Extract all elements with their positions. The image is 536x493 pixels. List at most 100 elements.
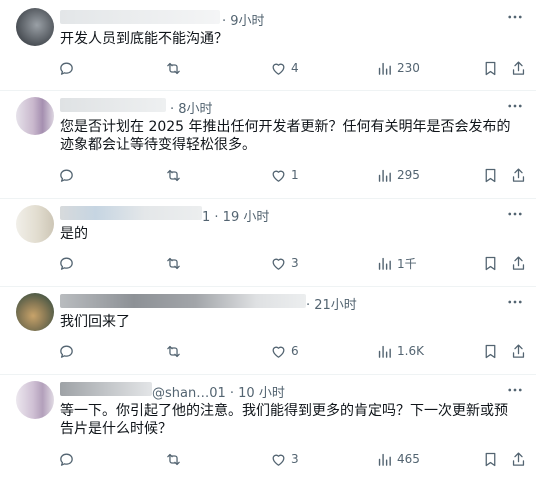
like-count: 1 — [291, 168, 299, 182]
reply-icon — [60, 453, 73, 466]
retweet-button[interactable] — [165, 58, 182, 78]
reply-button[interactable] — [58, 58, 75, 78]
reply-button[interactable] — [58, 449, 75, 469]
more-horizontal-icon[interactable] — [506, 205, 524, 223]
reply-timestamp[interactable]: @shan…01 · 10 小时 — [152, 382, 285, 401]
bookmark-button[interactable] — [482, 253, 499, 273]
like-count: 4 — [291, 61, 299, 75]
more-horizontal-icon[interactable] — [506, 97, 524, 115]
reply-card[interactable]: 1 · 19 小时 是的 3 1千 — [0, 199, 536, 287]
more-horizontal-icon[interactable] — [506, 293, 524, 311]
retweet-button[interactable] — [165, 253, 182, 273]
reply-card[interactable]: @shan…01 · 10 小时 等一下。你引起了他的注意。我们能得到更多的肯定… — [0, 375, 536, 493]
view-count: 295 — [397, 168, 420, 182]
share-icon — [512, 167, 525, 182]
views-icon — [378, 453, 391, 466]
share-icon — [512, 343, 525, 358]
bookmark-button[interactable] — [482, 58, 499, 78]
bookmark-icon — [485, 344, 496, 358]
retweet-button[interactable] — [165, 449, 182, 469]
action-bar: 3 1千 — [58, 253, 536, 273]
reply-text: 等一下。你引起了他的注意。我们能得到更多的肯定吗？下一次更新或预告片是什么时候？ — [60, 403, 508, 437]
views-button[interactable]: 1.6K — [376, 341, 424, 361]
reply-icon — [60, 257, 73, 270]
reply-button[interactable] — [58, 341, 75, 361]
view-count: 465 — [397, 452, 420, 466]
retweet-button[interactable] — [165, 165, 182, 185]
reply-button[interactable] — [58, 253, 75, 273]
action-bar: 6 1.6K — [58, 341, 536, 361]
reply-timestamp[interactable]: · 9小时 — [222, 10, 265, 29]
views-icon — [378, 169, 391, 182]
heart-icon — [272, 63, 285, 75]
heart-icon — [272, 170, 285, 182]
share-button[interactable] — [510, 165, 527, 185]
reply-timestamp[interactable]: · 21小时 — [306, 294, 357, 313]
like-button[interactable]: 3 — [270, 449, 299, 469]
bookmark-button[interactable] — [482, 449, 499, 469]
like-count: 6 — [291, 344, 299, 358]
reply-card[interactable]: · 8小时 您是否计划在 2025 年推出任何开发者更新？任何有关明年是否会发布… — [0, 91, 536, 199]
reply-icon — [60, 345, 73, 358]
author-name-redacted[interactable] — [60, 10, 220, 24]
reply-timestamp[interactable]: 1 · 19 小时 — [202, 206, 269, 225]
bookmark-icon — [485, 61, 496, 75]
avatar[interactable] — [16, 381, 54, 419]
view-count: 230 — [397, 61, 420, 75]
share-button[interactable] — [510, 253, 527, 273]
avatar[interactable] — [16, 205, 54, 243]
heart-icon — [272, 258, 285, 270]
share-button[interactable] — [510, 58, 527, 78]
author-name-redacted[interactable] — [60, 98, 166, 112]
avatar[interactable] — [16, 97, 54, 135]
views-icon — [378, 62, 391, 75]
views-icon — [378, 257, 391, 270]
view-count: 1.6K — [397, 344, 424, 358]
bookmark-button[interactable] — [482, 341, 499, 361]
like-button[interactable]: 1 — [270, 165, 299, 185]
views-icon — [378, 345, 391, 358]
bookmark-icon — [485, 452, 496, 466]
author-name-redacted[interactable] — [60, 294, 306, 308]
avatar[interactable] — [16, 293, 54, 331]
like-count: 3 — [291, 452, 299, 466]
reply-icon — [60, 62, 73, 75]
share-icon — [512, 451, 525, 466]
retweet-icon — [167, 62, 180, 74]
like-count: 3 — [291, 256, 299, 270]
bookmark-icon — [485, 256, 496, 270]
bookmark-button[interactable] — [482, 165, 499, 185]
reply-timestamp[interactable]: · 8小时 — [170, 98, 213, 117]
author-name-redacted[interactable] — [60, 382, 152, 396]
more-horizontal-icon[interactable] — [506, 8, 524, 26]
author-name-redacted[interactable] — [60, 206, 202, 220]
views-button[interactable]: 230 — [376, 58, 420, 78]
share-button[interactable] — [510, 341, 527, 361]
avatar[interactable] — [16, 8, 54, 46]
share-icon — [512, 255, 525, 270]
like-button[interactable]: 4 — [270, 58, 299, 78]
retweet-button[interactable] — [165, 341, 182, 361]
more-horizontal-icon[interactable] — [506, 381, 524, 399]
like-button[interactable]: 6 — [270, 341, 299, 361]
reply-text: 是的 — [60, 226, 88, 242]
view-count: 1千 — [397, 256, 417, 271]
views-button[interactable]: 465 — [376, 449, 420, 469]
heart-icon — [272, 346, 285, 358]
reply-button[interactable] — [58, 165, 75, 185]
retweet-icon — [167, 453, 180, 465]
reply-text: 您是否计划在 2025 年推出任何开发者更新？任何有关明年是否会发布的迹象都会让… — [60, 119, 511, 153]
like-button[interactable]: 3 — [270, 253, 299, 273]
reply-icon — [60, 169, 73, 182]
reply-card[interactable]: · 9小时 开发人员到底能不能沟通？ 4 230 — [0, 0, 536, 91]
action-bar: 1 295 — [58, 165, 536, 185]
action-bar: 4 230 — [58, 58, 536, 78]
reply-card[interactable]: · 21小时 我们回来了 6 1.6K — [0, 287, 536, 375]
views-button[interactable]: 1千 — [376, 253, 417, 273]
views-button[interactable]: 295 — [376, 165, 420, 185]
bookmark-icon — [485, 168, 496, 182]
retweet-icon — [167, 345, 180, 357]
retweet-icon — [167, 257, 180, 269]
share-icon — [512, 60, 525, 75]
share-button[interactable] — [510, 449, 527, 469]
